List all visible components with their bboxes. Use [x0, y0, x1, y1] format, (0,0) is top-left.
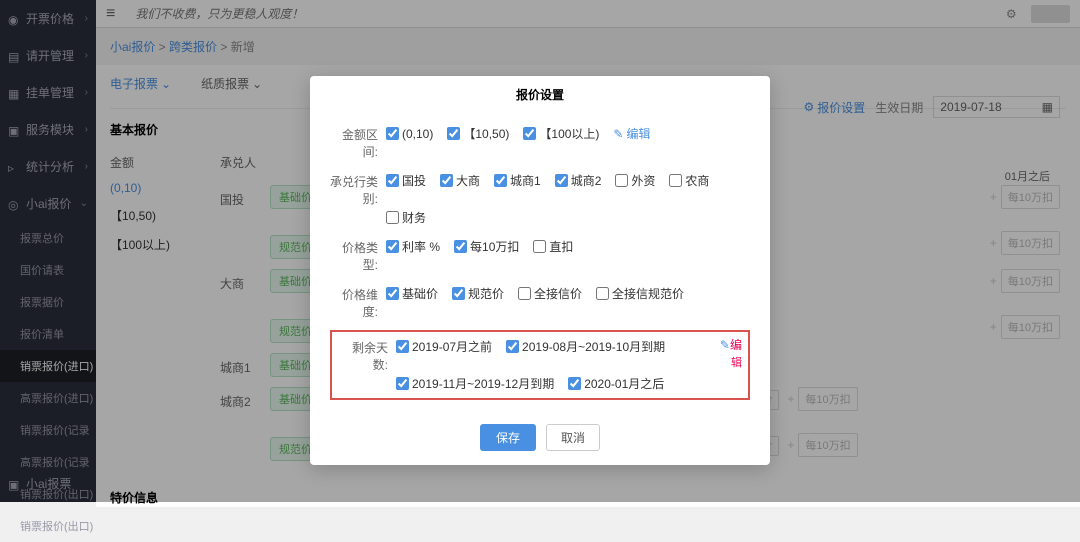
- amount-opt-0[interactable]: (0,10): [386, 127, 433, 141]
- bank-sub-finance[interactable]: 财务: [386, 209, 426, 226]
- bank-opt-3[interactable]: 城商2: [555, 172, 602, 189]
- row-price-type: 价格类型: 利率 % 每10万扣 直扣: [330, 232, 750, 279]
- sidebar-sub-9[interactable]: 销票报价(出口): [0, 510, 96, 542]
- amount-label: 金额区间:: [330, 125, 386, 160]
- price-settings-modal: 报价设置 金额区间: (0,10) 【10,50) 【100以上) ✎编辑 承兑…: [310, 76, 770, 465]
- row-days-highlight: 剩余天数: 2019-07月之前 2019-08月~2019-10月到期 201…: [330, 330, 750, 400]
- row-bank: 承兑行类别: 国投 大商 城商1 城商2 外资 农商 财务: [330, 166, 750, 232]
- bank-label: 承兑行类别:: [330, 172, 386, 207]
- pencil-icon: ✎: [720, 338, 730, 352]
- days-opt-2[interactable]: 2019-11月~2019-12月到期: [396, 375, 554, 392]
- bank-opt-0[interactable]: 国投: [386, 172, 426, 189]
- price-type-label: 价格类型:: [330, 238, 386, 273]
- row-dimension: 价格维度: 基础价 规范价 全接信价 全接信规范价: [330, 279, 750, 326]
- days-opt-1[interactable]: 2019-08月~2019-10月到期: [506, 338, 665, 355]
- price-opt-1[interactable]: 每10万扣: [454, 238, 519, 255]
- price-opt-0[interactable]: 利率 %: [386, 238, 440, 255]
- dimension-label: 价格维度:: [330, 285, 386, 320]
- bank-opt-1[interactable]: 大商: [440, 172, 480, 189]
- modal-title: 报价设置: [310, 76, 770, 113]
- row-amount: 金额区间: (0,10) 【10,50) 【100以上) ✎编辑: [330, 119, 750, 166]
- pencil-icon: ✎: [613, 127, 623, 141]
- dim-opt-3[interactable]: 全接信规范价: [596, 285, 684, 302]
- days-label: 剩余天数:: [340, 338, 396, 373]
- cancel-button[interactable]: 取消: [546, 424, 600, 451]
- amount-opt-1[interactable]: 【10,50): [447, 125, 509, 142]
- bank-opt-5[interactable]: 农商: [669, 172, 709, 189]
- days-opt-3[interactable]: 2020-01月之后: [568, 375, 664, 392]
- dim-opt-1[interactable]: 规范价: [452, 285, 504, 302]
- modal-footer: 保存 取消: [310, 414, 770, 465]
- bank-opt-4[interactable]: 外资: [615, 172, 655, 189]
- dim-opt-0[interactable]: 基础价: [386, 285, 438, 302]
- days-edit-link[interactable]: ✎编: [720, 336, 742, 353]
- price-opt-2[interactable]: 直扣: [533, 238, 573, 255]
- days-opt-0[interactable]: 2019-07月之前: [396, 338, 492, 355]
- amount-opt-2[interactable]: 【100以上): [523, 125, 599, 142]
- dim-opt-2[interactable]: 全接信价: [518, 285, 582, 302]
- save-button[interactable]: 保存: [480, 424, 536, 451]
- days-edit-link-2[interactable]: 辑: [731, 354, 742, 370]
- bank-opt-2[interactable]: 城商1: [494, 172, 541, 189]
- amount-edit[interactable]: ✎编辑: [613, 125, 650, 142]
